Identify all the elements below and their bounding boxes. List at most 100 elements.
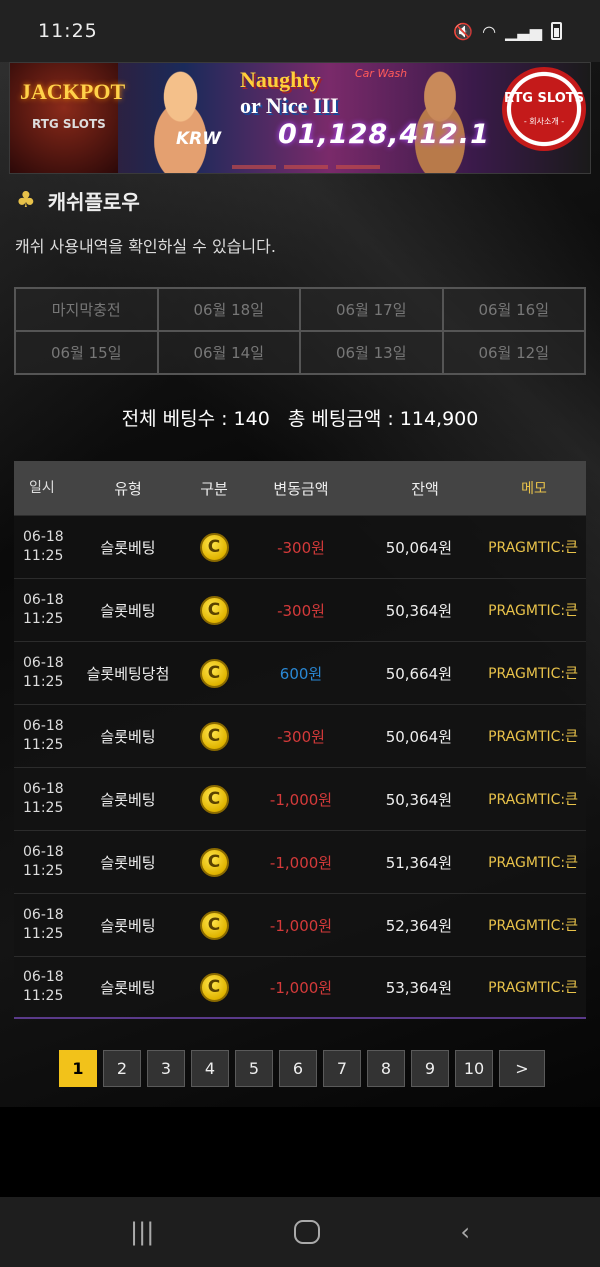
cashflow-table: 일시 유형 구분 변동금액 잔액 메모 06-18 11:25 슬롯베팅 C -300원… xyxy=(14,461,586,1019)
page-button-5[interactable]: 5 xyxy=(235,1050,273,1087)
row-date: 06-18 xyxy=(23,781,64,797)
coin-icon: C xyxy=(199,721,229,751)
row-category: C xyxy=(184,910,244,940)
row-date: 06-18 xyxy=(23,655,64,671)
table-row: 06-18 11:25 슬롯베팅 C -1,000원 53,364원 PRAGMTIC:큰 xyxy=(14,956,586,1019)
row-change-amount: -1,000원 xyxy=(269,978,333,997)
row-time: 11:25 xyxy=(23,800,64,816)
row-type: 슬롯베팅 xyxy=(100,978,156,997)
table-body: 06-18 11:25 슬롯베팅 C -300원 50,064원 PRAGMTIC:큰 06-… xyxy=(14,515,586,1019)
section-header: ♣ 캐쉬플로우 xyxy=(16,186,140,215)
row-category: C xyxy=(184,721,244,751)
coin-icon: C xyxy=(199,910,229,940)
table-row: 06-18 11:25 슬롯베팅 C -1,000원 51,364원 PRAGMTIC:큰 xyxy=(14,830,586,893)
table-row: 06-18 11:25 슬롯베팅 C -1,000원 52,364원 PRAGMTIC:큰 xyxy=(14,893,586,956)
header-type: 유형 xyxy=(114,479,142,498)
row-date: 06-18 xyxy=(23,592,64,608)
row-memo: PRAGMTIC:큰 xyxy=(488,729,578,745)
row-datetime: 06-18 11:25 xyxy=(14,528,72,566)
row-change-amount: -300원 xyxy=(277,601,325,620)
row-category: C xyxy=(184,784,244,814)
row-change-amount: -300원 xyxy=(277,727,325,746)
table-row: 06-18 11:25 슬롯베팅 C -1,000원 50,364원 PRAGMTIC:큰 xyxy=(14,767,586,830)
status-bar: 11:25 🔇 ◠ ▁▃▅ xyxy=(0,0,600,62)
game-subtitle: Car Wash xyxy=(355,67,408,80)
date-filter[interactable]: 06월 15일 xyxy=(15,331,158,374)
badge-subtitle: - 회사소개 - xyxy=(523,117,565,126)
row-type: 슬롯베팅 xyxy=(100,916,156,935)
coin-icon: C xyxy=(199,847,229,877)
row-datetime: 06-18 11:25 xyxy=(14,591,72,629)
date-filter-grid: 마지막충전 06월 18일 06월 17일 06월 16일 06월 15일 06… xyxy=(14,287,586,375)
android-nav-bar: ||| ‹ xyxy=(0,1197,600,1267)
date-filter[interactable]: 06월 13일 xyxy=(300,331,443,374)
row-type: 슬롯베팅 xyxy=(100,790,156,809)
coin-icon: C xyxy=(199,784,229,814)
jackpot-amount: 01,128,412.1 xyxy=(278,119,490,150)
row-change-amount: -1,000원 xyxy=(269,790,333,809)
page-button-4[interactable]: 4 xyxy=(191,1050,229,1087)
row-datetime: 06-18 11:25 xyxy=(14,843,72,881)
next-page-button[interactable]: > xyxy=(499,1050,545,1087)
row-type: 슬롯베팅 xyxy=(100,853,156,872)
page-button-6[interactable]: 6 xyxy=(279,1050,317,1087)
company-badge[interactable]: RTG SLOTS - 회사소개 - xyxy=(502,67,586,151)
status-icons: 🔇 ◠ ▁▃▅ xyxy=(453,22,562,41)
row-time: 11:25 xyxy=(23,863,64,879)
row-balance: 50,064원 xyxy=(385,727,452,746)
row-time: 11:25 xyxy=(23,674,64,690)
row-date: 06-18 xyxy=(23,844,64,860)
date-filter[interactable]: 06월 17일 xyxy=(300,288,443,331)
date-filter[interactable]: 06월 16일 xyxy=(442,288,585,331)
row-type: 슬롯베팅 xyxy=(100,538,156,557)
page-button-3[interactable]: 3 xyxy=(147,1050,185,1087)
row-memo: PRAGMTIC:큰 xyxy=(488,666,578,682)
badge-title: RTG SLOTS xyxy=(504,91,584,106)
back-icon[interactable]: ‹ xyxy=(460,1218,470,1246)
coin-icon: C xyxy=(199,972,229,1002)
date-filter-last-charge[interactable]: 마지막충전 xyxy=(15,288,158,331)
header-change-amount: 변동금액 xyxy=(273,479,329,498)
row-time: 11:25 xyxy=(23,926,64,942)
row-date: 06-18 xyxy=(23,907,64,923)
date-filter[interactable]: 06월 18일 xyxy=(157,288,300,331)
clover-icon: ♣ xyxy=(16,188,36,213)
game-title-line2: or Nice III xyxy=(240,93,339,118)
page-button-1[interactable]: 1 xyxy=(59,1050,97,1087)
row-balance: 52,364원 xyxy=(385,916,452,935)
row-balance: 50,364원 xyxy=(385,790,452,809)
row-memo: PRAGMTIC:큰 xyxy=(488,540,578,556)
header-balance: 잔액 xyxy=(411,479,439,498)
currency-label: KRW xyxy=(176,129,222,149)
page-button-10[interactable]: 10 xyxy=(455,1050,493,1087)
battery-icon xyxy=(551,22,562,40)
date-filter[interactable]: 06월 14일 xyxy=(157,331,300,374)
row-balance: 51,364원 xyxy=(385,853,452,872)
row-memo: PRAGMTIC:큰 xyxy=(488,980,578,996)
page-title: 캐쉬플로우 xyxy=(47,190,140,214)
table-row: 06-18 11:25 슬롯베팅당첨 C 600원 50,664원 PRAGMTIC:큰 xyxy=(14,641,586,704)
row-memo: PRAGMTIC:큰 xyxy=(488,603,578,619)
page-button-8[interactable]: 8 xyxy=(367,1050,405,1087)
date-filter[interactable]: 06월 12일 xyxy=(442,331,585,374)
coin-icon: C xyxy=(199,658,229,688)
betting-summary: 전체 베팅수 : 140 총 베팅금액 : 114,900 xyxy=(0,404,600,431)
home-icon[interactable] xyxy=(294,1220,321,1244)
row-datetime: 06-18 11:25 xyxy=(14,717,72,755)
page-button-2[interactable]: 2 xyxy=(103,1050,141,1087)
table-row: 06-18 11:25 슬롯베팅 C -300원 50,064원 PRAGMTIC:큰 xyxy=(14,704,586,767)
header-category: 구분 xyxy=(200,479,228,498)
row-category: C xyxy=(184,532,244,562)
recent-apps-icon[interactable]: ||| xyxy=(130,1218,154,1246)
row-datetime: 06-18 11:25 xyxy=(14,654,72,692)
row-time: 11:25 xyxy=(23,737,64,753)
row-balance: 50,364원 xyxy=(385,601,452,620)
page-description: 캐쉬 사용내역을 확인하실 수 있습니다. xyxy=(15,237,276,256)
page-button-9[interactable]: 9 xyxy=(411,1050,449,1087)
row-type: 슬롯베팅 xyxy=(100,601,156,620)
jackpot-banner[interactable]: JACKPOT RTG SLOTS KRW Naughty or Nice II… xyxy=(9,62,591,174)
row-memo: PRAGMTIC:큰 xyxy=(488,855,578,871)
page-button-7[interactable]: 7 xyxy=(323,1050,361,1087)
coin-icon: C xyxy=(199,595,229,625)
row-time: 11:25 xyxy=(23,611,64,627)
